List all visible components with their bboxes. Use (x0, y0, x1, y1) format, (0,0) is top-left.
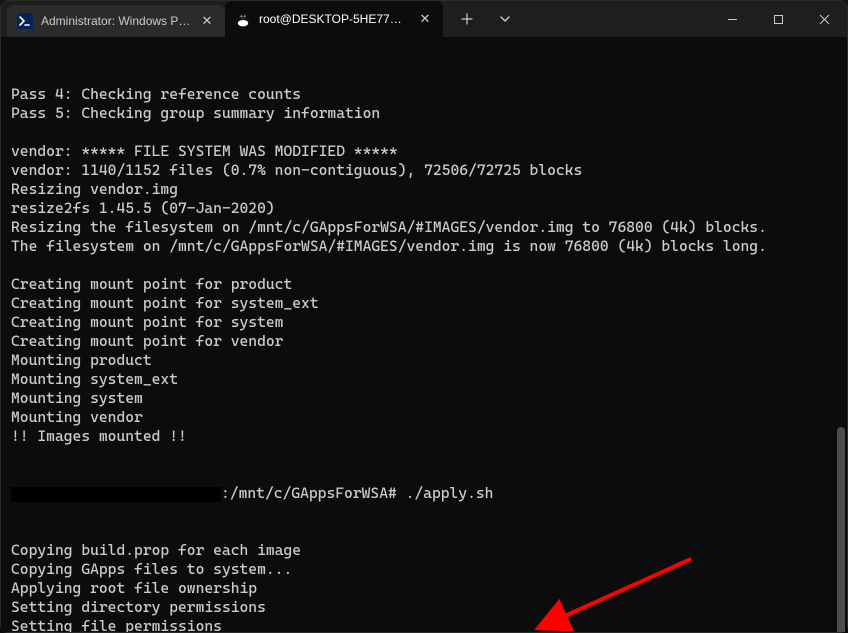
minimize-button[interactable] (709, 1, 755, 37)
terminal-output: Copying build.prop for each imageCopying… (11, 541, 839, 632)
terminal-line: vendor: ***** FILE SYSTEM WAS MODIFIED *… (11, 142, 839, 161)
terminal-line: Pass 5: Checking group summary informati… (11, 104, 839, 123)
terminal-line: Creating mount point for system_ext (11, 294, 839, 313)
tab-label: root@DESKTOP-5HE77VO: /mn (259, 12, 409, 26)
linux-icon (235, 11, 251, 27)
terminal-line: Creating mount point for vendor (11, 332, 839, 351)
tab-dropdown-button[interactable] (491, 5, 519, 33)
tab-close-button[interactable]: ✕ (417, 11, 433, 27)
terminal-line: Pass 4: Checking reference counts (11, 85, 839, 104)
tab-actions (443, 1, 519, 37)
terminal-line: Creating mount point for product (11, 275, 839, 294)
close-window-button[interactable] (801, 1, 847, 37)
tab-label: Administrator: Windows PowerS (41, 14, 191, 28)
terminal-line: Mounting system_ext (11, 370, 839, 389)
terminal-area[interactable]: Pass 4: Checking reference countsPass 5:… (1, 37, 847, 632)
terminal-line: !! Images mounted !! (11, 427, 839, 446)
scrollbar-thumb[interactable] (837, 427, 845, 632)
terminal-line: The filesystem on /mnt/c/GAppsForWSA/#IM… (11, 237, 839, 256)
title-bar: Administrator: Windows PowerS ✕ root@DES… (1, 1, 847, 37)
terminal-line (11, 256, 839, 275)
terminal-line: Mounting product (11, 351, 839, 370)
prompt-path: :/mnt/c/GAppsForWSA# (221, 484, 406, 502)
tab-close-button[interactable]: ✕ (199, 13, 215, 29)
prompt-command: ./apply.sh (406, 484, 494, 502)
maximize-button[interactable] (755, 1, 801, 37)
tab-powershell[interactable]: Administrator: Windows PowerS ✕ (7, 5, 225, 37)
tab-strip: Administrator: Windows PowerS ✕ root@DES… (1, 1, 443, 37)
titlebar-drag-area[interactable] (519, 1, 709, 37)
terminal-line: Setting directory permissions (11, 598, 839, 617)
terminal-line: Copying build.prop for each image (11, 541, 839, 560)
terminal-line: resize2fs 1.45.5 (07-Jan-2020) (11, 199, 839, 218)
tab-linux[interactable]: root@DESKTOP-5HE77VO: /mn ✕ (225, 1, 443, 37)
terminal-line: Creating mount point for system (11, 313, 839, 332)
terminal-line (11, 123, 839, 142)
terminal-line: Mounting system (11, 389, 839, 408)
new-tab-button[interactable] (453, 5, 481, 33)
redacted-user-host (11, 487, 221, 502)
prompt-line-1: :/mnt/c/GAppsForWSA# ./apply.sh (11, 484, 839, 503)
terminal-line: vendor: 1140/1152 files (0.7% non-contig… (11, 161, 839, 180)
terminal-line: Setting file permissions (11, 617, 839, 632)
window-controls (709, 1, 847, 37)
terminal-line: Copying GApps files to system... (11, 560, 839, 579)
terminal-line: Resizing the filesystem on /mnt/c/GAppsF… (11, 218, 839, 237)
powershell-icon (17, 13, 33, 29)
terminal-line: Mounting vendor (11, 408, 839, 427)
terminal-line: Resizing vendor.img (11, 180, 839, 199)
terminal-output: Pass 4: Checking reference countsPass 5:… (11, 85, 839, 446)
terminal-line: Applying root file ownership (11, 579, 839, 598)
